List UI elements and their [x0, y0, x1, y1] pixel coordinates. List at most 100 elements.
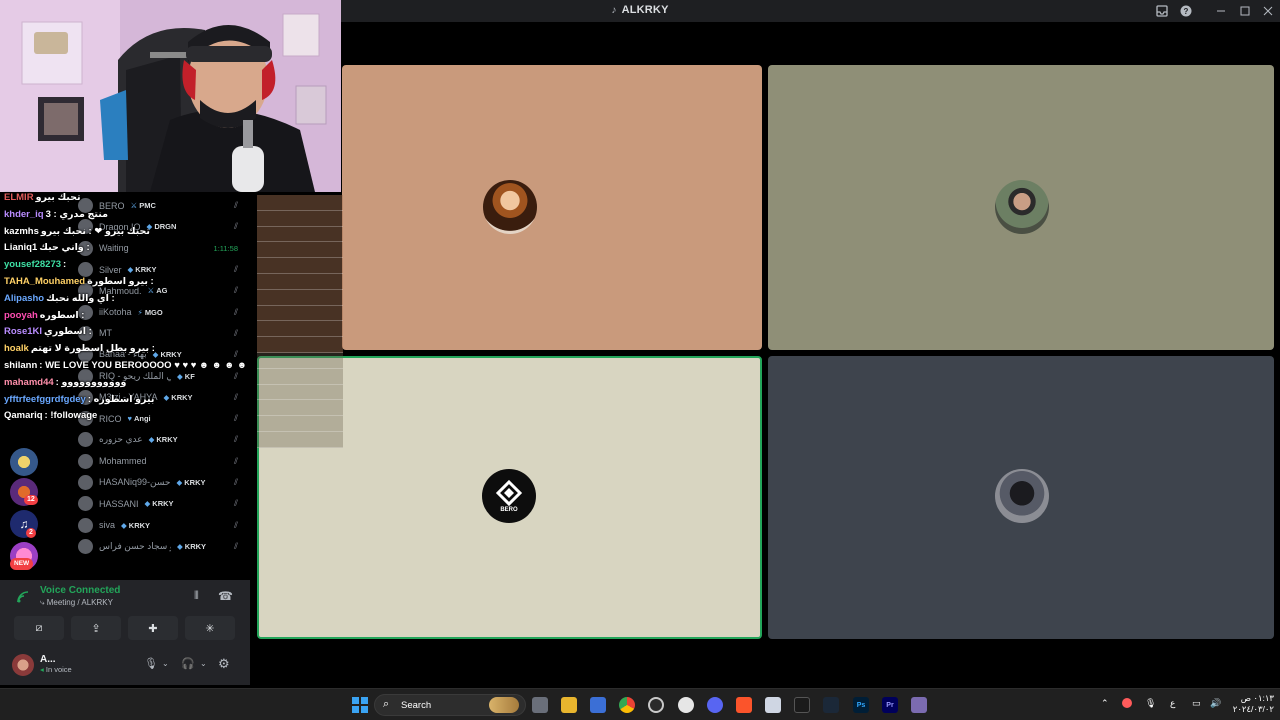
microphone-icon[interactable]: 🎙: [144, 657, 158, 670]
steam-icon[interactable]: [823, 697, 839, 713]
overlay-bar: [257, 289, 343, 306]
clock-time: ٠١:١٣ ص: [1240, 693, 1274, 703]
chat-username: Alipasho: [4, 292, 45, 304]
inbox-icon[interactable]: [1151, 0, 1173, 22]
chat-text: بيرو بطل اسطورة لا تهتم :: [30, 343, 155, 355]
clan-tag-text: KRKY: [184, 541, 207, 551]
help-icon[interactable]: ?: [1175, 0, 1197, 22]
member-clan-tag: ◆ KRKY: [121, 521, 150, 530]
headphones-icon[interactable]: 🎧: [181, 657, 195, 670]
volume-icon[interactable]: 🔊: [1210, 698, 1221, 709]
svg-text:?: ?: [1184, 7, 1189, 16]
taskbar-clock[interactable]: ٠١:١٣ ص ٢٠٢٤/٠٣/٠٢: [1226, 693, 1274, 715]
close-icon[interactable]: [1257, 0, 1279, 22]
chat-message: TAHA_Mouhamed بيرو اسطورة :: [0, 274, 250, 291]
overlay-bar: [257, 384, 343, 401]
discord-icon[interactable]: [707, 697, 723, 713]
chat-username: TAHA_Mouhamed: [4, 275, 86, 287]
voice-member[interactable]: HASANiq99-حسن ◆ KRKY ⫽: [74, 472, 250, 493]
user-status-text: In voice: [45, 665, 72, 674]
server-badge-3: 2: [26, 528, 36, 538]
member-clan-tag: ◆ KRKY: [177, 542, 206, 551]
chat-username: Qamariq: [4, 410, 43, 422]
chat-message: shilann: WE LOVE YOU BEROOOOO ♥ ♥ ♥ ☻ ☻ …: [0, 358, 250, 375]
document-app-icon[interactable]: [765, 697, 781, 713]
chat-username: yfftrfeefggrdfgdey: [4, 393, 86, 405]
tray-mic-icon[interactable]: 🎙: [1145, 698, 1156, 709]
participant-avatar-4: [995, 469, 1049, 523]
clan-gem-icon: ◆: [176, 478, 183, 487]
voice-member[interactable]: Mohammed ⫽: [74, 451, 250, 472]
obs-icon[interactable]: [648, 697, 664, 713]
server-icon-1[interactable]: [10, 448, 38, 476]
capcut-icon[interactable]: [794, 697, 810, 713]
chat-username: yousef28273: [4, 259, 62, 271]
chat-message: kazmhs تحبك بيرو ❤ : نحبك بيرو: [0, 224, 250, 241]
overlay-bar: [257, 305, 343, 322]
chat-text: : بيرو اسطوره: [87, 393, 155, 405]
noise-suppression-icon[interactable]: ⦀: [194, 590, 199, 603]
voice-status-text[interactable]: Voice Connected: [40, 585, 120, 596]
search-icon: ⌕: [383, 698, 390, 710]
tray-chevron-icon[interactable]: ⌃: [1101, 698, 1109, 709]
participant-avatar-2: [995, 180, 1049, 234]
activities-button[interactable]: ✚: [128, 616, 178, 640]
member-clan-tag: ◆ KRKY: [176, 478, 205, 487]
call-grid: BERO: [250, 22, 1280, 684]
task-view-icon[interactable]: [532, 697, 548, 713]
chat-username: shilann: [4, 359, 38, 371]
settings-gear-icon[interactable]: ⚙: [218, 656, 230, 672]
overlay-bar: [257, 258, 343, 274]
member-name: HASANiq99-حسن: [99, 477, 171, 487]
clock-date: ٢٠٢٤/٠٣/٠٢: [1232, 704, 1274, 714]
network-icon[interactable]: ▭: [1192, 698, 1201, 709]
mic-settings-chevron-icon[interactable]: ⌄: [162, 659, 169, 668]
brave-icon[interactable]: [736, 697, 752, 713]
chat-username: kazmhs: [4, 225, 39, 237]
disconnect-icon[interactable]: ☎: [218, 589, 233, 603]
voice-member[interactable]: siva ◆ KRKY ⫽: [74, 514, 250, 535]
steam-helper-icon[interactable]: [678, 697, 694, 713]
camera-off-icon: ⧄: [35, 621, 43, 634]
chat-message: hoalk بيرو بطل اسطورة لا تهتم :: [0, 341, 250, 358]
screen-share-button[interactable]: ⇪: [71, 616, 121, 640]
voice-member[interactable]: HASSANI ◆ KRKY ⫽: [74, 493, 250, 514]
start-button[interactable]: [352, 697, 368, 713]
microsoft-store-icon[interactable]: [590, 697, 606, 713]
voice-status-panel: Voice Connected ⤷ Meeting / ALKRKY ⦀ ☎ ⧄…: [0, 580, 250, 685]
voice-channel-text: Meeting / ALKRKY: [46, 598, 113, 607]
user-name[interactable]: A...: [40, 654, 56, 665]
audio-settings-chevron-icon[interactable]: ⌄: [200, 659, 207, 668]
file-explorer-icon[interactable]: [561, 697, 577, 713]
windows-logo-icon: [352, 697, 368, 713]
stream-chat-overlay: ELMIR تحبك بيرو khder_iq 3 : منتج مدري kazmh…: [0, 190, 250, 440]
language-indicator[interactable]: ع: [1170, 698, 1175, 709]
participant-tile-1[interactable]: [342, 65, 762, 350]
participant-tile-4[interactable]: [768, 356, 1274, 639]
clan-tag-text: KRKY: [184, 478, 206, 487]
voice-member[interactable]: أبو سجاد حسن فراس ◆KRKY ⫽: [74, 536, 250, 557]
participant-tile-2[interactable]: [768, 65, 1274, 350]
photoshop-icon[interactable]: Ps: [853, 697, 869, 713]
running-app-icon[interactable]: [911, 697, 927, 713]
muted-mic-icon: ⫽: [233, 477, 238, 487]
window-title: ALKRKY: [621, 4, 669, 16]
user-avatar[interactable]: [12, 654, 34, 676]
chrome-icon[interactable]: [619, 697, 635, 713]
camera-off-button[interactable]: ⧄: [14, 616, 64, 640]
soundboard-button[interactable]: ✳: [185, 616, 235, 640]
taskbar-search[interactable]: ⌕ Search: [374, 694, 526, 716]
chat-message: Lianiq1 واني حبك :: [0, 240, 250, 257]
overlay-bar: [257, 226, 343, 243]
discord-channel-icon: ♪: [611, 5, 617, 16]
overlay-bar: [257, 210, 343, 227]
premiere-icon[interactable]: Pr: [882, 697, 898, 713]
voice-channel-link[interactable]: ⤷ Meeting / ALKRKY: [40, 598, 113, 608]
clan-tag-text: KRKY: [128, 520, 151, 530]
maximize-icon[interactable]: [1234, 0, 1256, 22]
tray-app-icon[interactable]: [1122, 698, 1132, 708]
signal-icon[interactable]: [16, 590, 30, 604]
server-badge-2: 12: [24, 495, 38, 505]
chat-text: 3 : منتج مدري: [45, 208, 109, 220]
minimize-icon[interactable]: [1210, 0, 1232, 22]
